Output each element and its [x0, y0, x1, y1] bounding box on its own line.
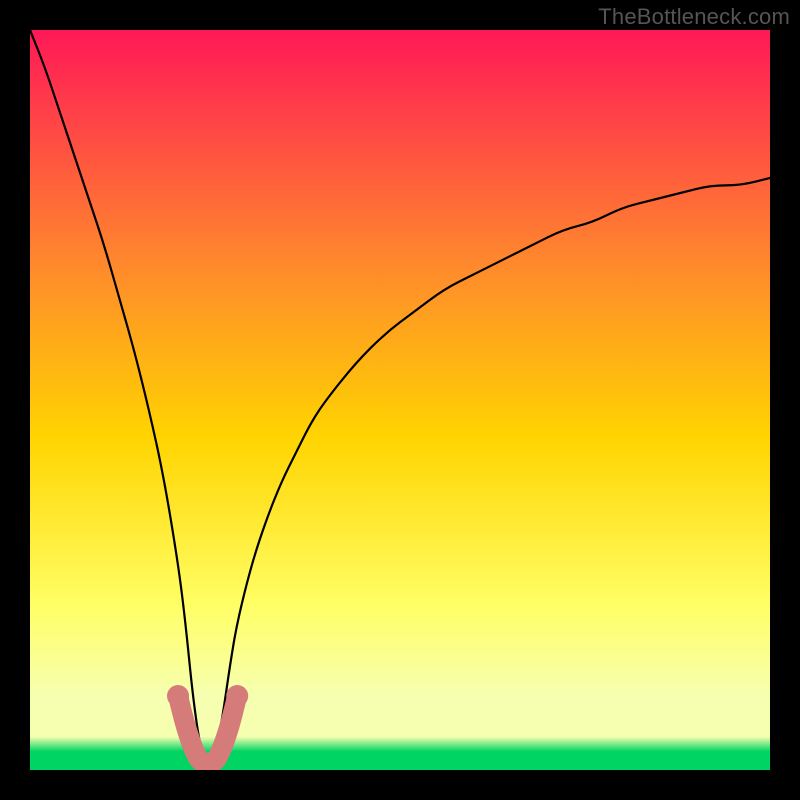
chart-svg	[30, 30, 770, 770]
optimal-region-endpoint	[226, 685, 248, 707]
watermark-text: TheBottleneck.com	[598, 4, 790, 30]
gradient-background	[30, 30, 770, 770]
optimal-region-endpoint	[167, 685, 189, 707]
plot-area	[30, 30, 770, 770]
chart-frame: TheBottleneck.com	[0, 0, 800, 800]
